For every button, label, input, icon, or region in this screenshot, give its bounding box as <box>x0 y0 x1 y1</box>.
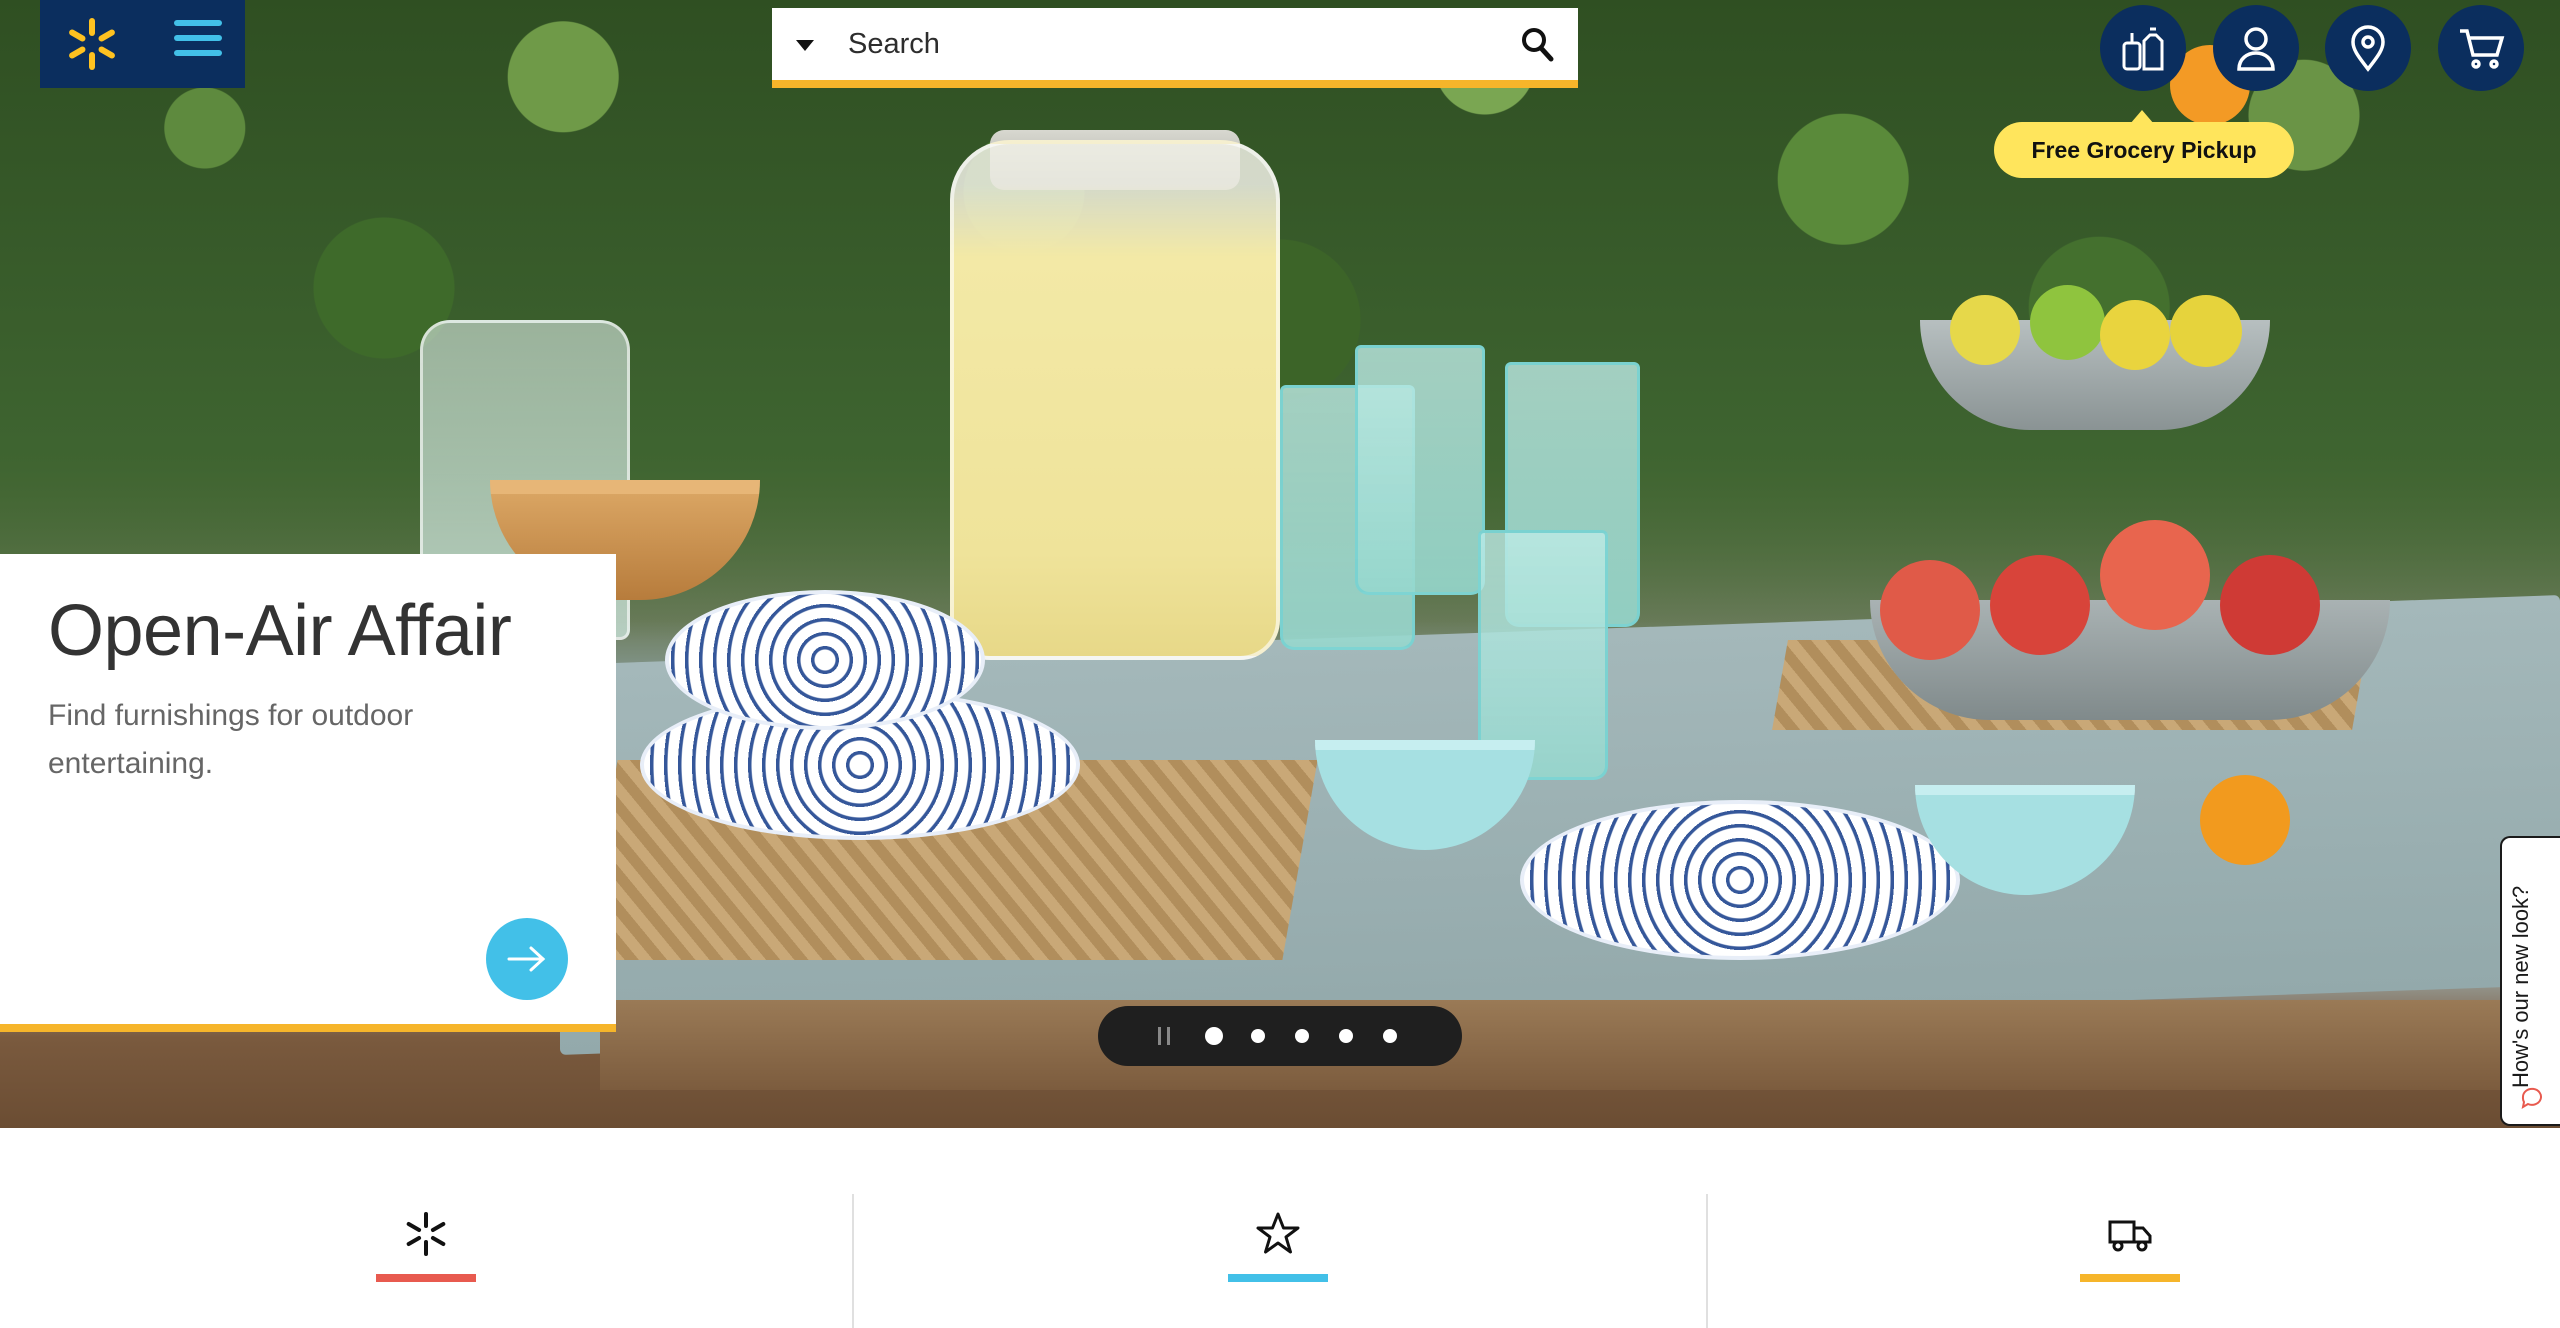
hero-title: Open-Air Affair <box>48 591 512 671</box>
carousel-controls <box>1098 1006 1462 1066</box>
feedback-label: How's our new look? <box>2508 885 2533 1088</box>
search-department-dropdown-icon[interactable] <box>796 40 814 51</box>
search-input[interactable]: Search <box>848 28 940 61</box>
carousel-dot-2[interactable] <box>1251 1029 1265 1043</box>
feature-divider <box>852 1194 854 1328</box>
location-icon[interactable] <box>2325 5 2411 91</box>
features-strip <box>0 1128 2560 1328</box>
bowl-stack <box>665 590 985 730</box>
hero-subtitle: Find furnishings for outdoor entertainin… <box>48 699 414 780</box>
apple <box>2220 555 2320 655</box>
feedback-tab[interactable]: How's our new look? <box>2500 836 2560 1126</box>
cart-icon[interactable] <box>2438 5 2524 91</box>
lemon <box>2170 295 2242 367</box>
spark-icon <box>406 1212 446 1256</box>
arrow-right-icon <box>507 946 546 972</box>
feature-accent-bar <box>1228 1274 1328 1282</box>
plate-stack <box>1520 800 1960 960</box>
truck-icon <box>2108 1220 2152 1252</box>
orange <box>2200 775 2290 865</box>
header-logo-bar <box>40 0 245 88</box>
carousel-dot-4[interactable] <box>1339 1029 1353 1043</box>
lemon <box>1950 295 2020 365</box>
lime <box>2030 285 2105 360</box>
star-icon <box>1256 1212 1300 1254</box>
hero-arrow-button[interactable] <box>486 918 568 1000</box>
feature-spark[interactable] <box>0 1128 852 1328</box>
apple <box>1990 555 2090 655</box>
feature-accent-bar <box>2080 1274 2180 1282</box>
feature-accent-bar <box>376 1274 476 1282</box>
lemon <box>2100 300 2170 370</box>
glass <box>1355 345 1485 595</box>
free-grocery-pickup-badge[interactable]: Free Grocery Pickup <box>1994 110 2294 178</box>
chat-bubble-icon <box>2521 1087 2542 1110</box>
search-icon[interactable] <box>1520 26 1554 62</box>
spark-logo-icon[interactable] <box>62 14 122 74</box>
menu-icon[interactable] <box>174 20 222 64</box>
pause-icon[interactable] <box>1158 1027 1170 1045</box>
carousel-dot-1[interactable] <box>1205 1027 1223 1045</box>
account-icon[interactable] <box>2213 5 2299 91</box>
carousel-dot-5[interactable] <box>1383 1029 1397 1043</box>
feature-truck[interactable] <box>1704 1128 2556 1328</box>
feature-star[interactable] <box>852 1128 1704 1328</box>
carousel-dot-3[interactable] <box>1295 1029 1309 1043</box>
grocery-icon[interactable] <box>2100 5 2186 91</box>
table-edge <box>600 1000 2560 1090</box>
search-bar[interactable]: Search <box>772 8 1578 88</box>
apple <box>2100 520 2210 630</box>
hero-promo-card[interactable]: Open-Air Affair Find furnishings for out… <box>0 554 616 1032</box>
drink-dispenser <box>950 140 1280 660</box>
feature-divider <box>1706 1194 1708 1328</box>
apple <box>1880 560 1980 660</box>
